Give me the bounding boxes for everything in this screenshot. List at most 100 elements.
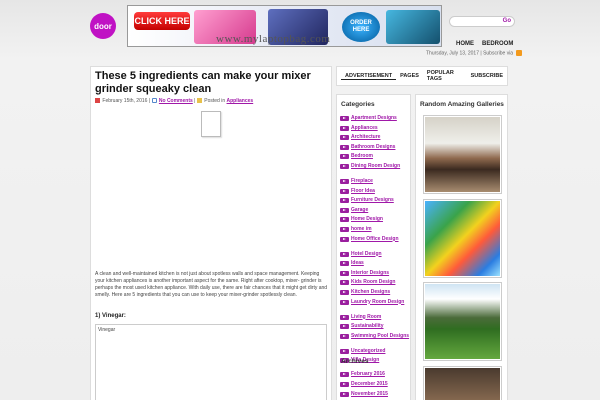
archive-link[interactable]: February 2016	[351, 371, 385, 377]
category-link[interactable]: Furniture Designs	[351, 197, 394, 203]
category-item[interactable]: Swimming Pool Designs	[340, 333, 410, 348]
category-item[interactable]: Fireplace	[340, 178, 410, 188]
category-link[interactable]: Living Room	[351, 314, 381, 320]
categories-title: Categories	[341, 101, 375, 108]
gallery-thumb-kids-room[interactable]	[423, 199, 502, 278]
category-item[interactable]: Ideas	[340, 260, 410, 270]
archive-item[interactable]: November 2015	[340, 391, 388, 400]
arrow-right-icon	[340, 289, 349, 295]
category-item[interactable]: home im	[340, 226, 410, 236]
category-item[interactable]: Appliances	[340, 125, 410, 135]
archive-item[interactable]: February 2016	[340, 371, 388, 381]
banner-order-button[interactable]: ORDER HERE	[342, 12, 380, 42]
gallery-thumb-villa[interactable]	[423, 282, 502, 361]
category-item[interactable]: Hotel Design	[340, 251, 410, 261]
category-item[interactable]: Kitchen Designs	[340, 289, 410, 299]
category-item[interactable]: Architecture	[340, 134, 410, 144]
galleries-title: Random Amazing Galleries	[420, 101, 504, 108]
category-item[interactable]: Laundry Room Design	[340, 299, 410, 314]
category-item[interactable]: Garage	[340, 207, 410, 217]
category-link[interactable]: Swimming Pool Designs	[351, 333, 409, 339]
banner-url-text: www.mylaptopbag.com	[216, 33, 331, 45]
tab-pages[interactable]: PAGES	[396, 73, 423, 79]
folder-icon	[196, 98, 202, 104]
advertisement-banner[interactable]: CLICK HERE ORDER HERE www.mylaptopbag.co…	[127, 5, 442, 47]
category-link[interactable]: Appliances	[351, 125, 378, 131]
category-item[interactable]: Kids Room Design	[340, 279, 410, 289]
post-comments-link[interactable]: No Comments	[159, 98, 193, 104]
search-box: Go	[449, 16, 515, 27]
gallery-image	[425, 201, 500, 276]
category-item[interactable]: Furniture Designs	[340, 197, 410, 207]
category-link[interactable]: Hotel Design	[351, 251, 382, 257]
arrow-right-icon	[340, 270, 349, 276]
category-item[interactable]: Home Design	[340, 216, 410, 226]
post-subheading: 1) Vinegar:	[95, 313, 126, 319]
category-link[interactable]: Apartment Designs	[351, 115, 397, 121]
tab-subscribe[interactable]: SUBSCRIBE	[467, 73, 507, 79]
category-item[interactable]: Apartment Designs	[340, 115, 410, 125]
category-link[interactable]: Home Design	[351, 216, 383, 222]
archives-title: Archives	[341, 358, 369, 365]
post-article: These 5 ingredients can make your mixer …	[90, 66, 332, 400]
search-go-button[interactable]: Go	[503, 18, 511, 24]
category-link[interactable]: Bathroom Designs	[351, 144, 395, 150]
categories-box: Categories Apartment Designs Appliances Ar…	[336, 94, 411, 400]
category-link[interactable]: home im	[351, 226, 372, 232]
category-link[interactable]: Interior Designs	[351, 270, 389, 276]
site-logo[interactable]: door	[90, 13, 116, 39]
arrow-right-icon	[340, 198, 349, 204]
category-item[interactable]: Uncategorized	[340, 348, 410, 358]
post-date: February 15th, 2016	[102, 98, 148, 104]
category-link[interactable]: Floor Idea	[351, 188, 375, 194]
category-link[interactable]: Ideas	[351, 260, 364, 266]
nav-bedroom[interactable]: BEDROOM	[482, 41, 513, 47]
category-item[interactable]: Bathroom Designs	[340, 144, 410, 154]
archive-item[interactable]: December 2015	[340, 381, 388, 391]
banner-click-button[interactable]: CLICK HERE	[134, 12, 190, 30]
category-item[interactable]: Bedroom	[340, 153, 410, 163]
post-image-frame: Vinegar	[95, 324, 327, 400]
search-input[interactable]	[454, 18, 500, 26]
category-item[interactable]: Dining Room Design	[340, 163, 410, 178]
gallery-image	[425, 117, 500, 192]
categories-list: Apartment Designs Appliances Architecture B…	[340, 115, 410, 367]
category-link[interactable]: Uncategorized	[351, 348, 385, 354]
category-link[interactable]: Dining Room Design	[351, 163, 400, 169]
category-link[interactable]: Bedroom	[351, 153, 373, 159]
category-link[interactable]: Kitchen Designs	[351, 289, 390, 295]
category-item[interactable]: Home Office Design	[340, 236, 410, 251]
posted-in-label: Posted in	[204, 98, 226, 104]
category-link[interactable]: Architecture	[351, 134, 380, 140]
calendar-icon	[95, 98, 100, 104]
gallery-thumb-bedroom[interactable]	[423, 115, 502, 194]
nav-home[interactable]: HOME	[456, 41, 474, 47]
tab-popular-tags[interactable]: POPULAR TAGS	[423, 70, 467, 82]
tab-advertisement[interactable]: ADVERTISEMENT	[341, 73, 397, 80]
archive-link[interactable]: December 2015	[351, 381, 388, 387]
arrow-right-icon	[340, 392, 349, 397]
category-link[interactable]: Fireplace	[351, 178, 373, 184]
galleries-box: Random Amazing Galleries	[415, 94, 508, 400]
post-category-link[interactable]: Appliances	[227, 98, 254, 104]
category-item[interactable]: Floor Idea	[340, 188, 410, 198]
category-item[interactable]: Sustainability	[340, 323, 410, 333]
post-body-text: A clean and well-maintained kitchen is n…	[95, 271, 328, 298]
arrow-right-icon	[340, 382, 349, 387]
archive-link[interactable]: November 2015	[351, 391, 388, 397]
arrow-right-icon	[340, 178, 349, 184]
category-item[interactable]: Living Room	[340, 314, 410, 324]
category-link[interactable]: Sustainability	[351, 323, 384, 329]
category-link[interactable]: Kids Room Design	[351, 279, 395, 285]
category-link[interactable]: Garage	[351, 207, 368, 213]
arrow-right-icon	[340, 144, 349, 150]
rss-icon[interactable]	[516, 50, 523, 56]
category-link[interactable]: Home Office Design	[351, 236, 399, 242]
arrow-right-icon	[340, 314, 349, 320]
post-title[interactable]: These 5 ingredients can make your mixer …	[95, 70, 325, 96]
category-item[interactable]: Interior Designs	[340, 270, 410, 280]
post-frame-caption: Vinegar	[98, 327, 116, 333]
category-link[interactable]: Laundry Room Design	[351, 299, 404, 305]
arrow-right-icon	[340, 261, 349, 267]
gallery-thumb-interior[interactable]	[423, 366, 502, 400]
